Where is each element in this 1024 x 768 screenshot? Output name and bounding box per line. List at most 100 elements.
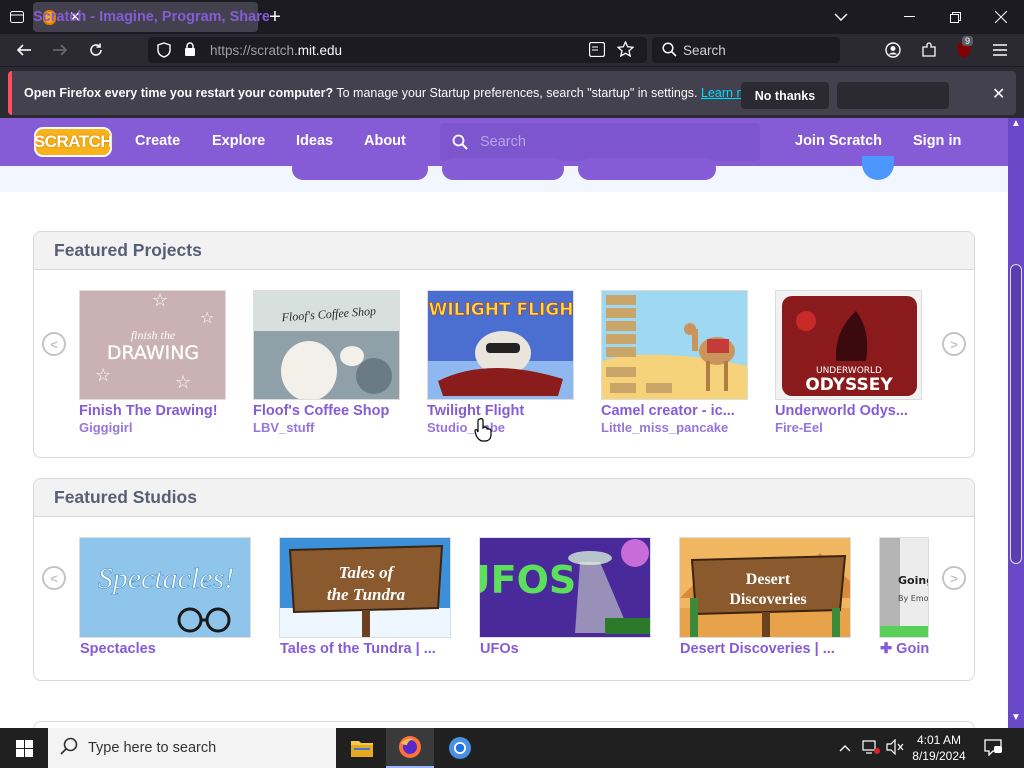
scroll-up-arrow-icon[interactable]: ▲ [1011,118,1021,129]
svg-text:Going: Going [898,574,929,587]
notification-text: To manage your Startup preferences, sear… [333,86,698,100]
project-thumbnail[interactable] [601,290,748,400]
studio-title[interactable]: UFOs [480,641,652,657]
no-thanks-button[interactable]: No thanks [741,82,829,109]
svg-text:☆: ☆ [152,291,168,311]
tab-scratch[interactable]: Scratch - Imagine, Program, Share ✕ [33,2,270,32]
minimize-button[interactable] [886,0,932,34]
chromium-taskbar-icon[interactable] [436,728,484,768]
notification-message: Open Firefox every time you restart your… [24,86,765,100]
bookmark-star-icon[interactable] [616,40,635,62]
url-text[interactable]: https://scratch.mit.edu [210,43,342,58]
for-parents-button[interactable] [442,158,564,180]
nav-explore[interactable]: Explore [212,133,265,149]
file-explorer-icon[interactable] [338,728,386,768]
studio-title[interactable]: Tales of the Tundra | ... [280,641,452,657]
studio-title[interactable]: Desert Discoveries | ... [680,641,852,657]
restore-button[interactable] [932,0,978,34]
scroll-down-arrow-icon[interactable]: ▼ [1011,712,1021,723]
carousel-prev-arrow-icon[interactable]: < [42,332,66,356]
scratch-page: SCRATCH Create Explore Ideas About Searc… [0,118,1008,728]
svg-text:☆: ☆ [200,308,214,327]
extension-badge: 9 [962,36,974,46]
project-author[interactable]: Fire-Eel [775,420,823,435]
svg-text:DRAWING: DRAWING [107,342,199,364]
notifications-icon[interactable] [984,738,1002,759]
studio-thumbnail[interactable]: UFOS [479,537,651,638]
join-scratch-link[interactable]: Join Scratch [795,133,882,149]
taskbar-search-input[interactable]: Type here to search [48,728,336,768]
project-title[interactable]: Floof's Coffee Shop [253,403,403,419]
ublock-extension-icon[interactable]: 9 [950,36,978,62]
project-title[interactable]: Finish The Drawing! [79,403,229,419]
project-thumbnail[interactable]: UNDERWORLD ODYSSEY [775,290,922,400]
carousel-next-arrow-icon[interactable]: > [942,332,966,356]
project-author[interactable]: Giggigirl [79,420,132,435]
studio-title[interactable]: ✚ Goin [880,641,930,657]
list-all-tabs-chevron-icon[interactable] [818,0,864,34]
search-icon [60,737,78,759]
reader-view-icon[interactable] [588,41,606,62]
nav-about[interactable]: About [364,133,406,149]
project-thumbnail[interactable]: finish the DRAWING ☆ ☆ ☆ ☆ [79,290,226,400]
studio-thumbnail[interactable]: Spectacles! [79,537,251,638]
reload-icon[interactable] [82,38,110,62]
svg-text:☆: ☆ [175,372,191,393]
project-author[interactable]: LBV_stuff [253,420,314,435]
nav-create[interactable]: Create [135,133,180,149]
firefox-taskbar-icon[interactable] [386,728,434,768]
svg-text:UFOS: UFOS [480,558,576,602]
url-prefix: https://scratch. [210,43,298,58]
svg-text:☆: ☆ [95,365,111,386]
svg-text:Tales of: Tales of [339,563,396,582]
nav-ideas[interactable]: Ideas [296,133,333,149]
new-tab-button[interactable]: + [258,0,292,34]
close-notification-icon[interactable]: ✕ [992,84,1005,104]
account-icon[interactable] [879,38,907,62]
url-bar[interactable]: https://scratch.mit.edu [148,37,647,63]
forward-arrow-icon[interactable] [46,38,74,62]
carousel-next-arrow-icon[interactable]: > [942,566,966,590]
studio-title[interactable]: Spectacles [80,641,252,657]
project-author[interactable]: Studio_Jnbe [427,420,505,435]
project-thumbnail[interactable]: Floof's Coffee Shop [253,290,400,400]
notification-secondary-button[interactable] [837,82,949,109]
shield-icon[interactable] [157,42,171,63]
intro-video-thumb[interactable] [862,156,894,180]
close-window-button[interactable] [978,0,1024,34]
browser-search-field[interactable]: Search [652,37,840,63]
scrollbar-thumb[interactable] [1010,264,1022,564]
extensions-puzzle-icon[interactable] [915,38,943,62]
about-scratch-button[interactable] [292,158,428,180]
hamburger-menu-icon[interactable] [986,38,1014,62]
project-title[interactable]: Camel creator - ic... [601,403,751,419]
svg-text:Desert: Desert [746,571,791,588]
studio-thumbnail[interactable]: Going By Emo [879,537,929,638]
svg-text:Discoveries: Discoveries [729,591,806,608]
project-thumbnail[interactable]: TWILIGHT FLIGHT [427,290,574,400]
sign-in-link[interactable]: Sign in [913,133,961,149]
project-title[interactable]: Underworld Odys... [775,403,915,419]
project-author[interactable]: Little_miss_pancake [601,420,728,435]
network-icon[interactable] [862,739,880,758]
tab-list-icon[interactable] [0,0,33,34]
for-educators-button[interactable] [578,158,716,180]
featured-studios-heading: Featured Studios [34,479,974,517]
volume-muted-icon[interactable] [886,738,904,758]
page-scrollbar[interactable]: ▲ ▼ [1008,118,1024,728]
project-title[interactable]: Twilight Flight [427,403,577,419]
windows-start-icon[interactable] [0,728,48,768]
featured-studios-box: Featured Studios < > Spectacles! Spectac… [33,478,975,681]
search-icon [662,42,677,60]
show-hidden-icons-chevron-icon[interactable] [839,740,851,755]
studio-thumbnail[interactable]: Desert Discoveries [679,537,851,638]
lock-icon[interactable] [184,42,196,62]
carousel-prev-arrow-icon[interactable]: < [42,566,66,590]
taskbar-clock[interactable]: 4:01 AM 8/19/2024 [906,732,972,764]
scratch-logo[interactable]: SCRATCH [34,127,113,157]
studio-thumbnail[interactable]: Tales of the Tundra [279,537,451,638]
svg-text:the Tundra: the Tundra [327,585,406,604]
back-arrow-icon[interactable] [10,38,38,62]
clock-time: 4:01 AM [916,733,962,747]
scratch-search-input[interactable]: Search [440,123,760,161]
